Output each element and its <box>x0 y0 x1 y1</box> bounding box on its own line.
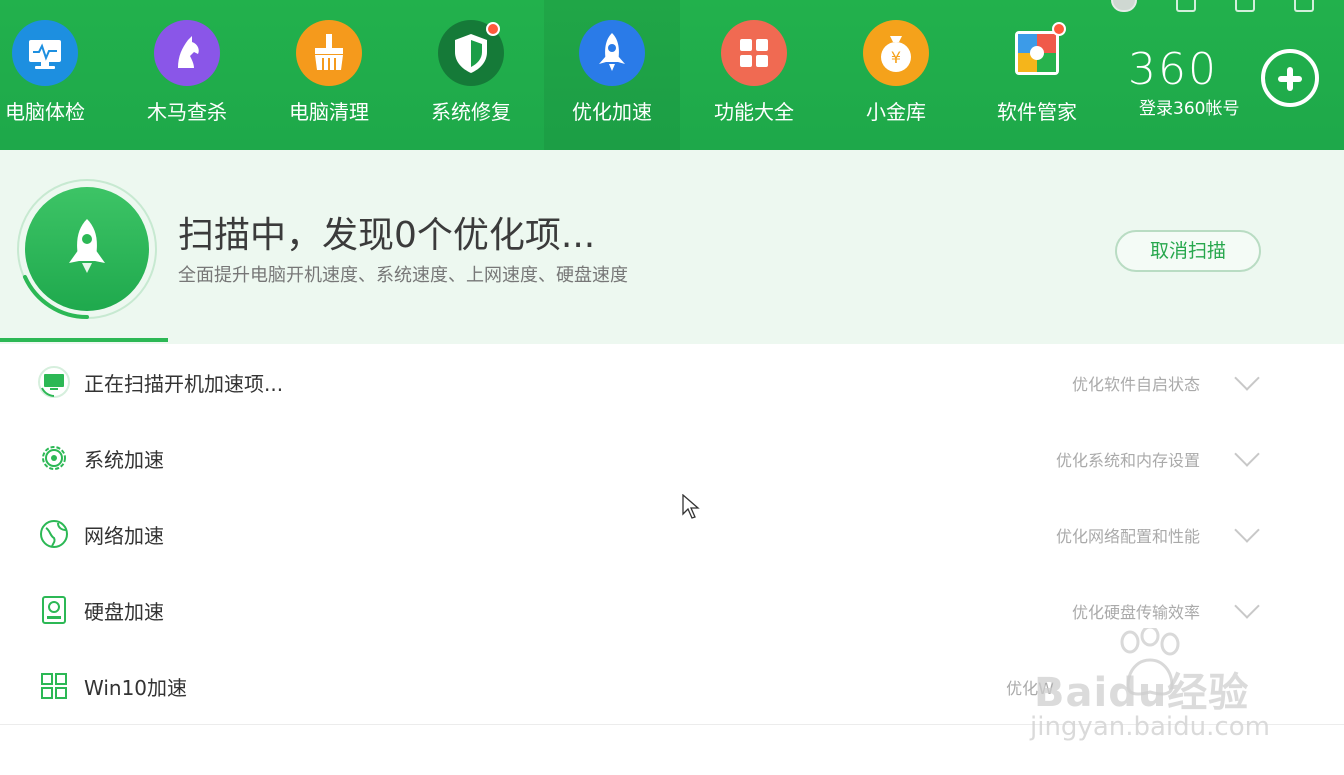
nav-item-system-repair[interactable]: 系统修复 <box>403 0 539 150</box>
chevron-down-icon[interactable] <box>1234 593 1260 619</box>
scan-title: 扫描中，发现0个优化项... <box>178 215 596 256</box>
watermark-url: jingyan.baidu.com <box>1030 712 1270 742</box>
row-description: 优化硬盘传输效率 <box>1071 603 1200 622</box>
nav-label: 电脑清理 <box>289 100 369 124</box>
boot-monitor-icon <box>38 366 70 398</box>
notification-dot <box>486 22 500 36</box>
scan-progress-bar <box>0 338 168 342</box>
nav-label: 木马查杀 <box>147 100 227 124</box>
money-bag-icon: ¥ <box>863 20 929 86</box>
row-label: 正在扫描开机加速项... <box>84 372 284 396</box>
rocket-icon <box>579 20 645 86</box>
gear-icon <box>38 442 70 474</box>
row-description: 优化网络配置和性能 <box>1055 527 1200 546</box>
nav-label: 软件管家 <box>997 100 1077 124</box>
nav-label: 电脑体检 <box>5 100 85 124</box>
notification-dot <box>1052 22 1066 36</box>
row-description: 优化系统和内存设置 <box>1055 451 1200 470</box>
scan-subtitle: 全面提升电脑开机速度、系统速度、上网速度、硬盘速度 <box>178 265 628 286</box>
nav-label: 功能大全 <box>714 100 794 124</box>
svg-text:¥: ¥ <box>891 48 901 67</box>
shield-icon <box>438 20 504 86</box>
windows-icon <box>38 670 70 702</box>
list-item-system-speedup[interactable]: 系统加速 优化系统和内存设置 <box>0 420 1344 497</box>
minimize-icon[interactable] <box>1234 0 1255 12</box>
software-store-icon <box>1004 20 1070 86</box>
chevron-down-icon[interactable] <box>1234 365 1260 391</box>
nav-item-computer-checkup[interactable]: 电脑体检 <box>0 0 113 150</box>
hard-disk-icon <box>38 594 70 626</box>
list-item-boot-speedup[interactable]: 正在扫描开机加速项... 优化软件自启状态 <box>0 344 1344 421</box>
nav-item-small-vault[interactable]: ¥ 小金库 <box>828 0 964 150</box>
horse-icon <box>154 20 220 86</box>
chevron-down-icon[interactable] <box>1234 517 1260 543</box>
row-description: 优化软件自启状态 <box>1071 375 1200 394</box>
nav-item-all-features[interactable]: 功能大全 <box>686 0 822 150</box>
user-avatar-icon[interactable] <box>1110 0 1137 12</box>
chevron-down-icon[interactable] <box>1234 441 1260 467</box>
brand-logo: 360 <box>1128 44 1218 95</box>
list-item-network-speedup[interactable]: 网络加速 优化网络配置和性能 <box>0 496 1344 573</box>
nav-item-software-manager[interactable]: 软件管家 <box>969 0 1105 150</box>
login-link[interactable]: 登录360帐号 <box>1139 94 1239 119</box>
row-label: 硬盘加速 <box>84 600 164 624</box>
window-controls <box>1077 0 1314 12</box>
watermark-text: Baidu经验 <box>1034 670 1250 716</box>
row-label: Win10加速 <box>84 676 188 700</box>
row-label: 网络加速 <box>84 524 164 548</box>
mouse-cursor-icon <box>682 494 700 519</box>
nav-item-optimize-speed[interactable]: 优化加速 <box>544 0 680 150</box>
top-navigation-bar: 电脑体检 木马查杀 电脑清理 系统修复 优化加速 功能大全 ¥ 小金库 软件管家… <box>0 0 1344 150</box>
cancel-scan-button[interactable]: 取消扫描 <box>1115 230 1261 272</box>
nav-label: 小金库 <box>866 100 926 124</box>
skin-icon[interactable] <box>1175 0 1196 12</box>
rocket-badge-icon <box>25 187 149 311</box>
globe-icon <box>38 518 70 550</box>
nav-label: 优化加速 <box>572 100 652 124</box>
grid-icon <box>721 20 787 86</box>
monitor-check-icon <box>12 20 78 86</box>
broom-icon <box>296 20 362 86</box>
nav-item-computer-cleanup[interactable]: 电脑清理 <box>261 0 397 150</box>
nav-label: 系统修复 <box>431 100 511 124</box>
row-label: 系统加速 <box>84 448 164 472</box>
close-icon[interactable] <box>1294 0 1314 12</box>
nav-item-trojan-scan[interactable]: 木马查杀 <box>119 0 255 150</box>
add-plus-button[interactable] <box>1261 49 1319 107</box>
